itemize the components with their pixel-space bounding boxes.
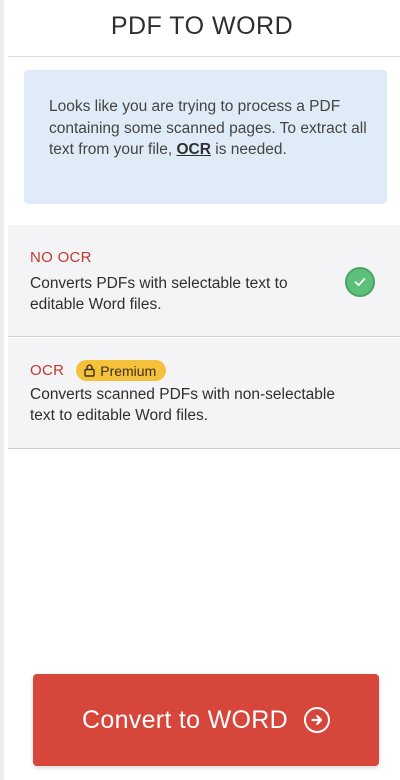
arrow-right-circle-icon <box>303 707 330 733</box>
option-ocr-title-row: OCR Premium <box>30 360 167 381</box>
convert-button[interactable]: Convert to WORD <box>33 674 379 766</box>
option-no-ocr-title-row: NO OCR <box>30 249 92 266</box>
option-no-ocr[interactable]: NO OCR Converts PDFs with selectable tex… <box>8 225 400 337</box>
option-ocr-title: OCR <box>30 362 65 379</box>
check-circle-icon <box>345 267 375 297</box>
notice-text-after: is needed. <box>210 141 287 158</box>
ocr-notice: Looks like you are trying to process a P… <box>24 70 387 204</box>
premium-badge-label: Premium <box>100 362 157 379</box>
lock-icon <box>84 364 95 377</box>
convert-button-label: Convert to WORD <box>82 705 288 734</box>
title-divider <box>8 56 400 57</box>
ocr-link[interactable]: OCR <box>176 141 210 158</box>
premium-badge: Premium <box>76 360 167 381</box>
option-ocr-description: Converts scanned PDFs with non-selectabl… <box>30 386 335 424</box>
page-title: PDF TO WORD <box>110 12 294 40</box>
option-no-ocr-title: NO OCR <box>30 249 92 266</box>
option-no-ocr-description: Converts PDFs with selectable text to ed… <box>30 275 288 313</box>
conversion-panel: PDF TO WORD Looks like you are trying to… <box>0 0 400 780</box>
option-ocr[interactable]: OCR Premium Converts scanned PDFs with n… <box>8 338 400 449</box>
